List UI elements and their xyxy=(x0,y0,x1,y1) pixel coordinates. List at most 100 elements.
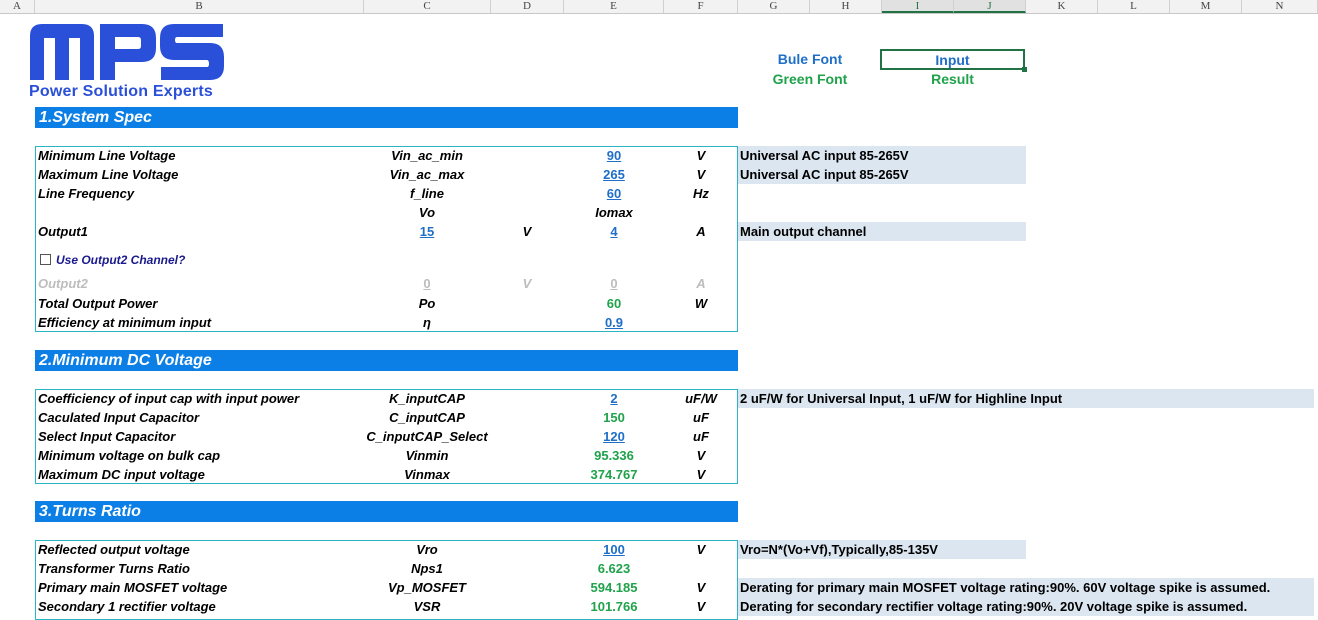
label-vinmax: Maximum DC input voltage xyxy=(38,467,205,482)
column-header-j[interactable]: J xyxy=(954,0,1026,13)
symbol-vsr: VSR xyxy=(413,599,441,614)
label-line-frequency: Line Frequency xyxy=(38,186,135,201)
row-min-line-voltage: Minimum Line Voltage Vin_ac_min 90 V Uni… xyxy=(0,146,1318,165)
result-c-input-cap: 150 xyxy=(603,410,625,425)
unit-c-input-cap: uF xyxy=(693,410,709,425)
section-header-turns-ratio: 3.Turns Ratio xyxy=(35,501,738,522)
symbol-vin-ac-max: Vin_ac_max xyxy=(389,167,465,182)
legend-input-cell[interactable]: Input xyxy=(880,49,1027,72)
row-k-input-cap: Coefficiency of input cap with input pow… xyxy=(0,389,1318,408)
symbol-k-input-cap: K_inputCAP xyxy=(389,391,465,406)
symbol-vp-mosfet: Vp_MOSFET xyxy=(387,580,466,595)
use-output2-label: Use Output2 Channel? xyxy=(56,253,186,267)
column-header-f[interactable]: F xyxy=(664,0,738,13)
note-k-input-cap: 2 uF/W for Universal Input, 1 uF/W for H… xyxy=(738,389,1314,408)
symbol-c-input-cap-select: C_inputCAP_Select xyxy=(366,429,488,444)
symbol-vro: Vro xyxy=(416,542,438,557)
symbol-eta: η xyxy=(423,315,431,330)
unit-output2-vo: V xyxy=(522,276,532,291)
row-vsr: Secondary 1 rectifier voltage VSR 101.76… xyxy=(0,597,1318,616)
row-total-output-power: Total Output Power Po 60 W xyxy=(0,294,1318,313)
label-output2: Output2 xyxy=(38,276,88,291)
row-nps1: Transformer Turns Ratio Nps1 6.623 xyxy=(0,559,1318,578)
label-select-input-cap: Select Input Capacitor xyxy=(38,429,176,444)
symbol-f-line: f_line xyxy=(410,186,444,201)
header-iomax: Iomax xyxy=(595,205,633,220)
column-header-b[interactable]: B xyxy=(35,0,364,13)
column-header-k[interactable]: K xyxy=(1026,0,1098,13)
row-select-input-cap: Select Input Capacitor C_inputCAP_Select… xyxy=(0,427,1318,446)
note-output1: Main output channel xyxy=(738,222,1026,241)
input-output1-io[interactable]: 4 xyxy=(565,222,663,241)
column-header-a[interactable]: A xyxy=(0,0,35,13)
note-vp-mosfet: Derating for primary main MOSFET voltage… xyxy=(738,578,1314,597)
symbol-c-input-cap: C_inputCAP xyxy=(389,410,465,425)
input-f-line[interactable]: 60 xyxy=(565,184,663,203)
checkbox-square[interactable] xyxy=(40,254,51,265)
note-vsr: Derating for secondary rectifier voltage… xyxy=(738,597,1314,616)
input-output2-io[interactable]: 0 xyxy=(565,274,663,293)
result-nps1: 6.623 xyxy=(597,561,631,576)
row-calc-input-cap: Caculated Input Capacitor C_inputCAP 150… xyxy=(0,408,1318,427)
label-vinmin: Minimum voltage on bulk cap xyxy=(38,448,221,463)
section-header-system-spec: 1.System Spec xyxy=(35,107,738,128)
column-header-n[interactable]: N xyxy=(1242,0,1318,13)
unit-output2-io: A xyxy=(696,276,706,291)
column-header-i[interactable]: I xyxy=(882,0,954,13)
input-vin-ac-max[interactable]: 265 xyxy=(565,165,663,184)
label-nps1: Transformer Turns Ratio xyxy=(38,561,190,576)
header-vo: Vo xyxy=(418,205,436,220)
column-header-g[interactable]: G xyxy=(738,0,810,13)
input-efficiency[interactable]: 0.9 xyxy=(565,313,663,332)
legend-result: Result xyxy=(931,71,974,87)
mps-logo xyxy=(30,22,224,85)
label-vsr: Secondary 1 rectifier voltage xyxy=(38,599,216,614)
input-vro[interactable]: 100 xyxy=(565,540,663,559)
unit-vin-ac-max: V xyxy=(696,167,706,182)
column-header-c[interactable]: C xyxy=(364,0,491,13)
note-vin-ac-max: Universal AC input 85-265V xyxy=(738,165,1026,184)
unit-c-input-cap-select: uF xyxy=(693,429,709,444)
unit-output1-io: A xyxy=(696,224,706,239)
column-header-h[interactable]: H xyxy=(810,0,882,13)
row-output2: Output2 0 V 0 A xyxy=(0,274,1318,293)
input-vin-ac-min[interactable]: 90 xyxy=(565,146,663,165)
symbol-vin-ac-min: Vin_ac_min xyxy=(391,148,463,163)
row-vinmin: Minimum voltage on bulk cap Vinmin 95.33… xyxy=(0,446,1318,465)
label-vp-mosfet: Primary main MOSFET voltage xyxy=(38,580,228,595)
legend-blue-font: Bule Font xyxy=(777,51,843,67)
row-output-header: Vo Iomax xyxy=(0,203,1318,222)
label-calc-input-cap: Caculated Input Capacitor xyxy=(38,410,200,425)
unit-vsr: V xyxy=(696,599,706,614)
column-header-l[interactable]: L xyxy=(1098,0,1170,13)
row-vro: Reflected output voltage Vro 100 V Vro=N… xyxy=(0,540,1318,559)
result-vsr: 101.766 xyxy=(590,599,638,614)
symbol-vinmax: Vinmax xyxy=(404,467,450,482)
label-max-line-voltage: Maximum Line Voltage xyxy=(38,167,179,182)
use-output2-checkbox[interactable]: Use Output2 Channel? xyxy=(40,253,185,267)
row-max-line-voltage: Maximum Line Voltage Vin_ac_max 265 V Un… xyxy=(0,165,1318,184)
input-output2-vo[interactable]: 0 xyxy=(364,274,490,293)
unit-po: W xyxy=(694,296,708,311)
label-total-output-power: Total Output Power xyxy=(38,296,158,311)
column-header-m[interactable]: M xyxy=(1170,0,1242,13)
result-vinmax: 374.767 xyxy=(590,467,638,482)
section-header-min-dc-voltage: 2.Minimum DC Voltage xyxy=(35,350,738,371)
label-output1: Output1 xyxy=(38,224,88,239)
row-vp-mosfet: Primary main MOSFET voltage Vp_MOSFET 59… xyxy=(0,578,1318,597)
result-vp-mosfet: 594.185 xyxy=(590,580,638,595)
row-line-frequency: Line Frequency f_line 60 Hz xyxy=(0,184,1318,203)
result-vinmin: 95.336 xyxy=(594,448,634,463)
symbol-po: Po xyxy=(418,296,436,311)
column-header-e[interactable]: E xyxy=(564,0,664,13)
input-c-input-cap-select[interactable]: 120 xyxy=(565,427,663,446)
unit-vro: V xyxy=(696,542,706,557)
logo-tagline: Power Solution Experts xyxy=(29,83,213,100)
input-k-input-cap[interactable]: 2 xyxy=(565,389,663,408)
column-header-d[interactable]: D xyxy=(491,0,564,13)
unit-vp-mosfet: V xyxy=(696,580,706,595)
unit-output1-vo: V xyxy=(522,224,532,239)
result-po: 60 xyxy=(606,296,622,311)
input-output1-vo[interactable]: 15 xyxy=(364,222,490,241)
column-header-bar: A B C D E F G H I J K L M N xyxy=(0,0,1318,14)
